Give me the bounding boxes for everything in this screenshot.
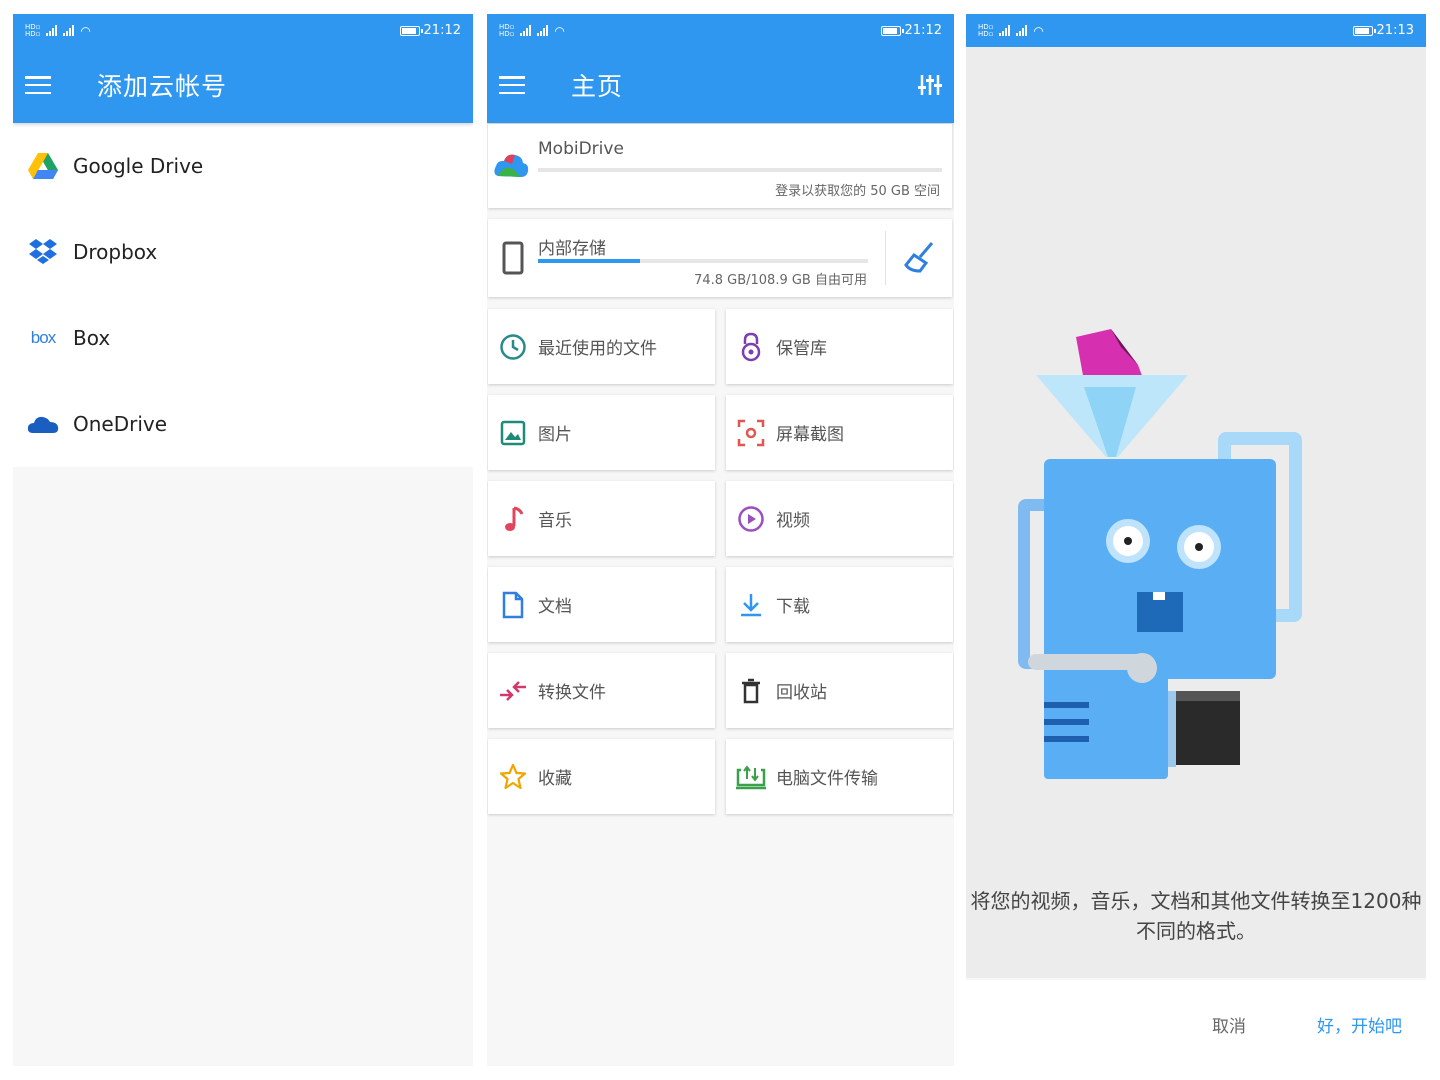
sim-icon: HD▫ HD▫	[499, 22, 515, 38]
clean-broom-icon[interactable]	[904, 241, 936, 275]
signal-icon	[999, 25, 1011, 36]
status-bar: HD▫ HD▫ ◠ 21:12	[13, 14, 473, 47]
signal-icon	[520, 25, 532, 36]
document-icon	[488, 591, 538, 619]
status-time: 21:12	[423, 23, 461, 38]
battery-icon	[1352, 25, 1376, 36]
phone-icon	[502, 241, 524, 275]
dropbox-icon	[13, 239, 73, 265]
tile-screenshots[interactable]: 屏幕截图	[726, 395, 953, 470]
wifi-icon: ◠	[554, 23, 565, 38]
tile-label: 保管库	[776, 339, 827, 359]
tile-label: 屏幕截图	[776, 425, 844, 445]
download-icon	[726, 592, 776, 618]
storage-subtitle: 登录以获取您的 50 GB 空间	[775, 184, 940, 199]
tile-label: 最近使用的文件	[538, 339, 657, 359]
menu-icon[interactable]	[25, 76, 51, 94]
dialog-buttons: 取消 好，开始吧	[966, 980, 1426, 1066]
clock-icon	[488, 333, 538, 361]
tile-favorites[interactable]: 收藏	[488, 739, 715, 814]
status-time: 21:13	[1376, 23, 1414, 38]
tile-music[interactable]: 音乐	[488, 481, 715, 556]
signal-icon	[537, 25, 549, 36]
converter-robot-illustration	[1018, 329, 1302, 779]
home-screen: HD▫ HD▫ ◠ 21:12 主页 MobiDrive 登录以获取您的 50 G…	[487, 14, 954, 1066]
divider	[885, 231, 886, 285]
storage-title: MobiDrive	[538, 139, 624, 159]
tile-label: 回收站	[776, 683, 827, 703]
app-bar: 添加云帐号	[13, 47, 473, 123]
convert-icon	[488, 680, 538, 702]
list-item-box[interactable]: box Box	[13, 295, 473, 381]
wifi-icon: ◠	[80, 23, 91, 38]
storage-subtitle: 74.8 GB/108.9 GB 自由可用	[694, 273, 867, 288]
battery-icon	[880, 25, 904, 36]
page-title: 主页	[571, 72, 624, 101]
trash-icon	[726, 678, 776, 704]
storage-progress-bar	[538, 259, 868, 263]
tile-label: 文档	[538, 597, 572, 617]
status-time: 21:12	[904, 23, 942, 38]
filter-settings-icon[interactable]	[918, 73, 942, 97]
onedrive-icon	[13, 414, 73, 434]
account-label: Dropbox	[73, 240, 158, 264]
box-icon: box	[30, 328, 56, 347]
tile-label: 视频	[776, 511, 810, 531]
account-label: Google Drive	[73, 154, 204, 178]
tile-label: 音乐	[538, 511, 572, 531]
internal-storage-card[interactable]: 内部存储 74.8 GB/108.9 GB 自由可用	[488, 219, 952, 297]
image-icon	[488, 420, 538, 446]
list-item-dropbox[interactable]: Dropbox	[13, 209, 473, 295]
battery-icon	[399, 25, 423, 36]
vault-lock-icon	[726, 332, 776, 362]
tile-label: 收藏	[538, 769, 572, 789]
tile-downloads[interactable]: 下载	[726, 567, 953, 642]
pc-transfer-icon	[726, 764, 776, 790]
play-circle-icon	[726, 505, 776, 533]
tile-recent-files[interactable]: 最近使用的文件	[488, 309, 715, 384]
sim-icon: HD▫ HD▫	[978, 22, 994, 38]
music-note-icon	[488, 505, 538, 533]
status-bar: HD▫ HD▫ ◠ 21:12	[487, 14, 954, 47]
screenshot-icon	[726, 419, 776, 447]
mobidrive-card[interactable]: MobiDrive 登录以获取您的 50 GB 空间	[488, 124, 952, 208]
start-button[interactable]: 好，开始吧	[1317, 1012, 1402, 1037]
storage-progress-bar	[538, 168, 942, 172]
tile-vault[interactable]: 保管库	[726, 309, 953, 384]
cloud-account-list: Google Drive Dropbox box Box OneDrive	[13, 123, 473, 467]
signal-icon	[46, 25, 58, 36]
account-label: OneDrive	[73, 412, 168, 436]
tile-label: 转换文件	[538, 683, 606, 703]
sim-icon: HD▫ HD▫	[25, 22, 41, 38]
star-icon	[488, 763, 538, 791]
tile-videos[interactable]: 视频	[726, 481, 953, 556]
wifi-icon: ◠	[1033, 23, 1044, 38]
page-title: 添加云帐号	[97, 72, 228, 101]
menu-icon[interactable]	[499, 76, 525, 94]
tile-recycle-bin[interactable]: 回收站	[726, 653, 953, 728]
tile-images[interactable]: 图片	[488, 395, 715, 470]
tile-label: 电脑文件传输	[776, 769, 878, 789]
cancel-button[interactable]: 取消	[1212, 1012, 1246, 1037]
app-bar: 主页	[487, 47, 954, 123]
signal-icon	[1016, 25, 1028, 36]
signal-icon	[63, 25, 75, 36]
list-item-onedrive[interactable]: OneDrive	[13, 381, 473, 467]
mobidrive-icon	[494, 154, 529, 177]
add-cloud-account-screen: HD▫ HD▫ ◠ 21:12 添加云帐号 Google Drive Dropbo…	[13, 14, 473, 1066]
intro-description: 将您的视频，音乐，文档和其他文件转换至1200种不同的格式。	[970, 889, 1422, 943]
google-drive-icon	[13, 153, 73, 179]
storage-title: 内部存储	[538, 239, 606, 259]
account-label: Box	[73, 326, 111, 350]
tile-label: 图片	[538, 425, 572, 445]
tile-pc-file-transfer[interactable]: 电脑文件传输	[726, 739, 953, 814]
intro-dialog-screen: HD▫ HD▫ ◠ 21:13 将您的视频，音乐，文档和其他文件转换至1200种…	[966, 14, 1426, 1066]
tile-label: 下载	[776, 597, 810, 617]
tile-convert-files[interactable]: 转换文件	[488, 653, 715, 728]
list-item-google-drive[interactable]: Google Drive	[13, 123, 473, 209]
status-bar: HD▫ HD▫ ◠ 21:13	[966, 14, 1426, 47]
tile-documents[interactable]: 文档	[488, 567, 715, 642]
